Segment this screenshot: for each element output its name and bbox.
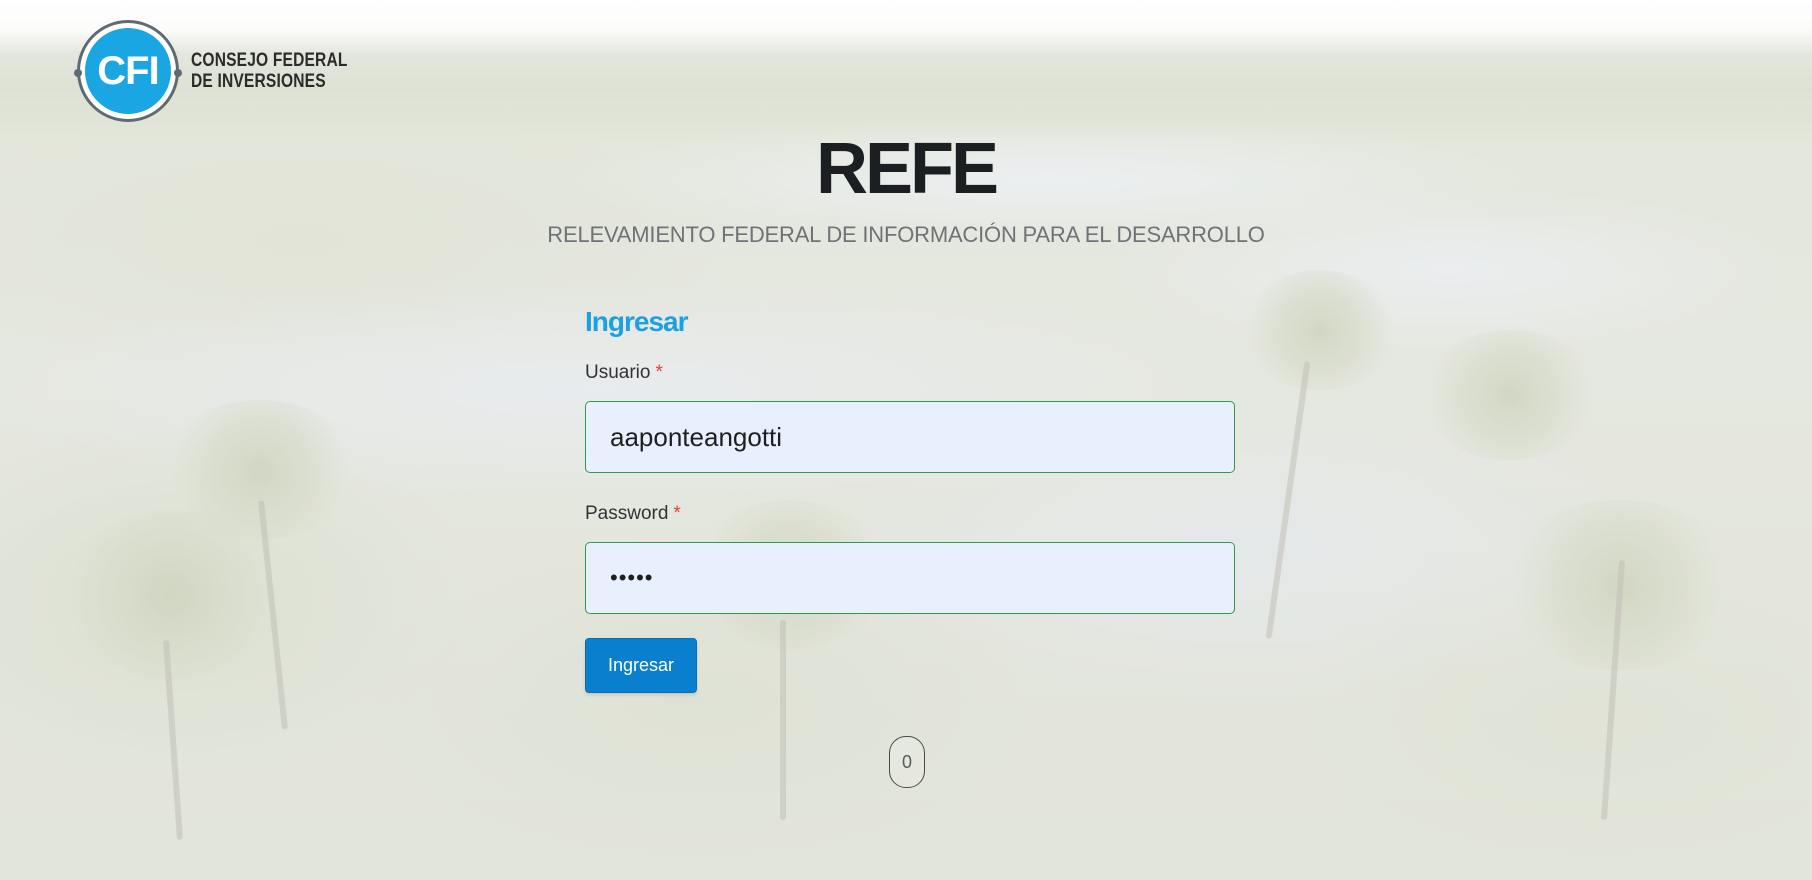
username-label-text: Usuario <box>585 362 651 383</box>
login-button[interactable]: Ingresar <box>585 638 697 693</box>
form-title: Ingresar <box>585 306 689 337</box>
logo-line-1: CONSEJO FEDERAL <box>191 50 348 71</box>
login-form: Ingresar Usuario* Password* Ingresar <box>585 300 1235 693</box>
app-title: REFE <box>815 129 999 209</box>
required-marker: * <box>655 362 663 383</box>
app-subtitle: RELEVAMIENTO FEDERAL DE INFORMACIÓN PARA… <box>547 222 1265 247</box>
password-input[interactable] <box>585 542 1235 614</box>
logo-abbr: CFI <box>85 28 171 114</box>
logo-line-2: DE INVERSIONES <box>191 71 326 92</box>
counter-badge: 0 <box>889 736 925 788</box>
username-input[interactable] <box>585 401 1235 473</box>
username-label: Usuario * <box>585 360 1235 386</box>
password-label-text: Password <box>585 503 669 524</box>
password-label: Password * <box>585 501 1235 527</box>
logo-wordmark: CONSEJO FEDERAL DE INVERSIONES <box>191 50 348 92</box>
logo-emblem: CFI <box>74 20 182 122</box>
required-marker: * <box>673 503 681 524</box>
login-page: CFI CONSEJO FEDERAL DE INVERSIONES REFE … <box>0 0 1812 880</box>
cfi-logo: CFI CONSEJO FEDERAL DE INVERSIONES <box>74 20 382 122</box>
